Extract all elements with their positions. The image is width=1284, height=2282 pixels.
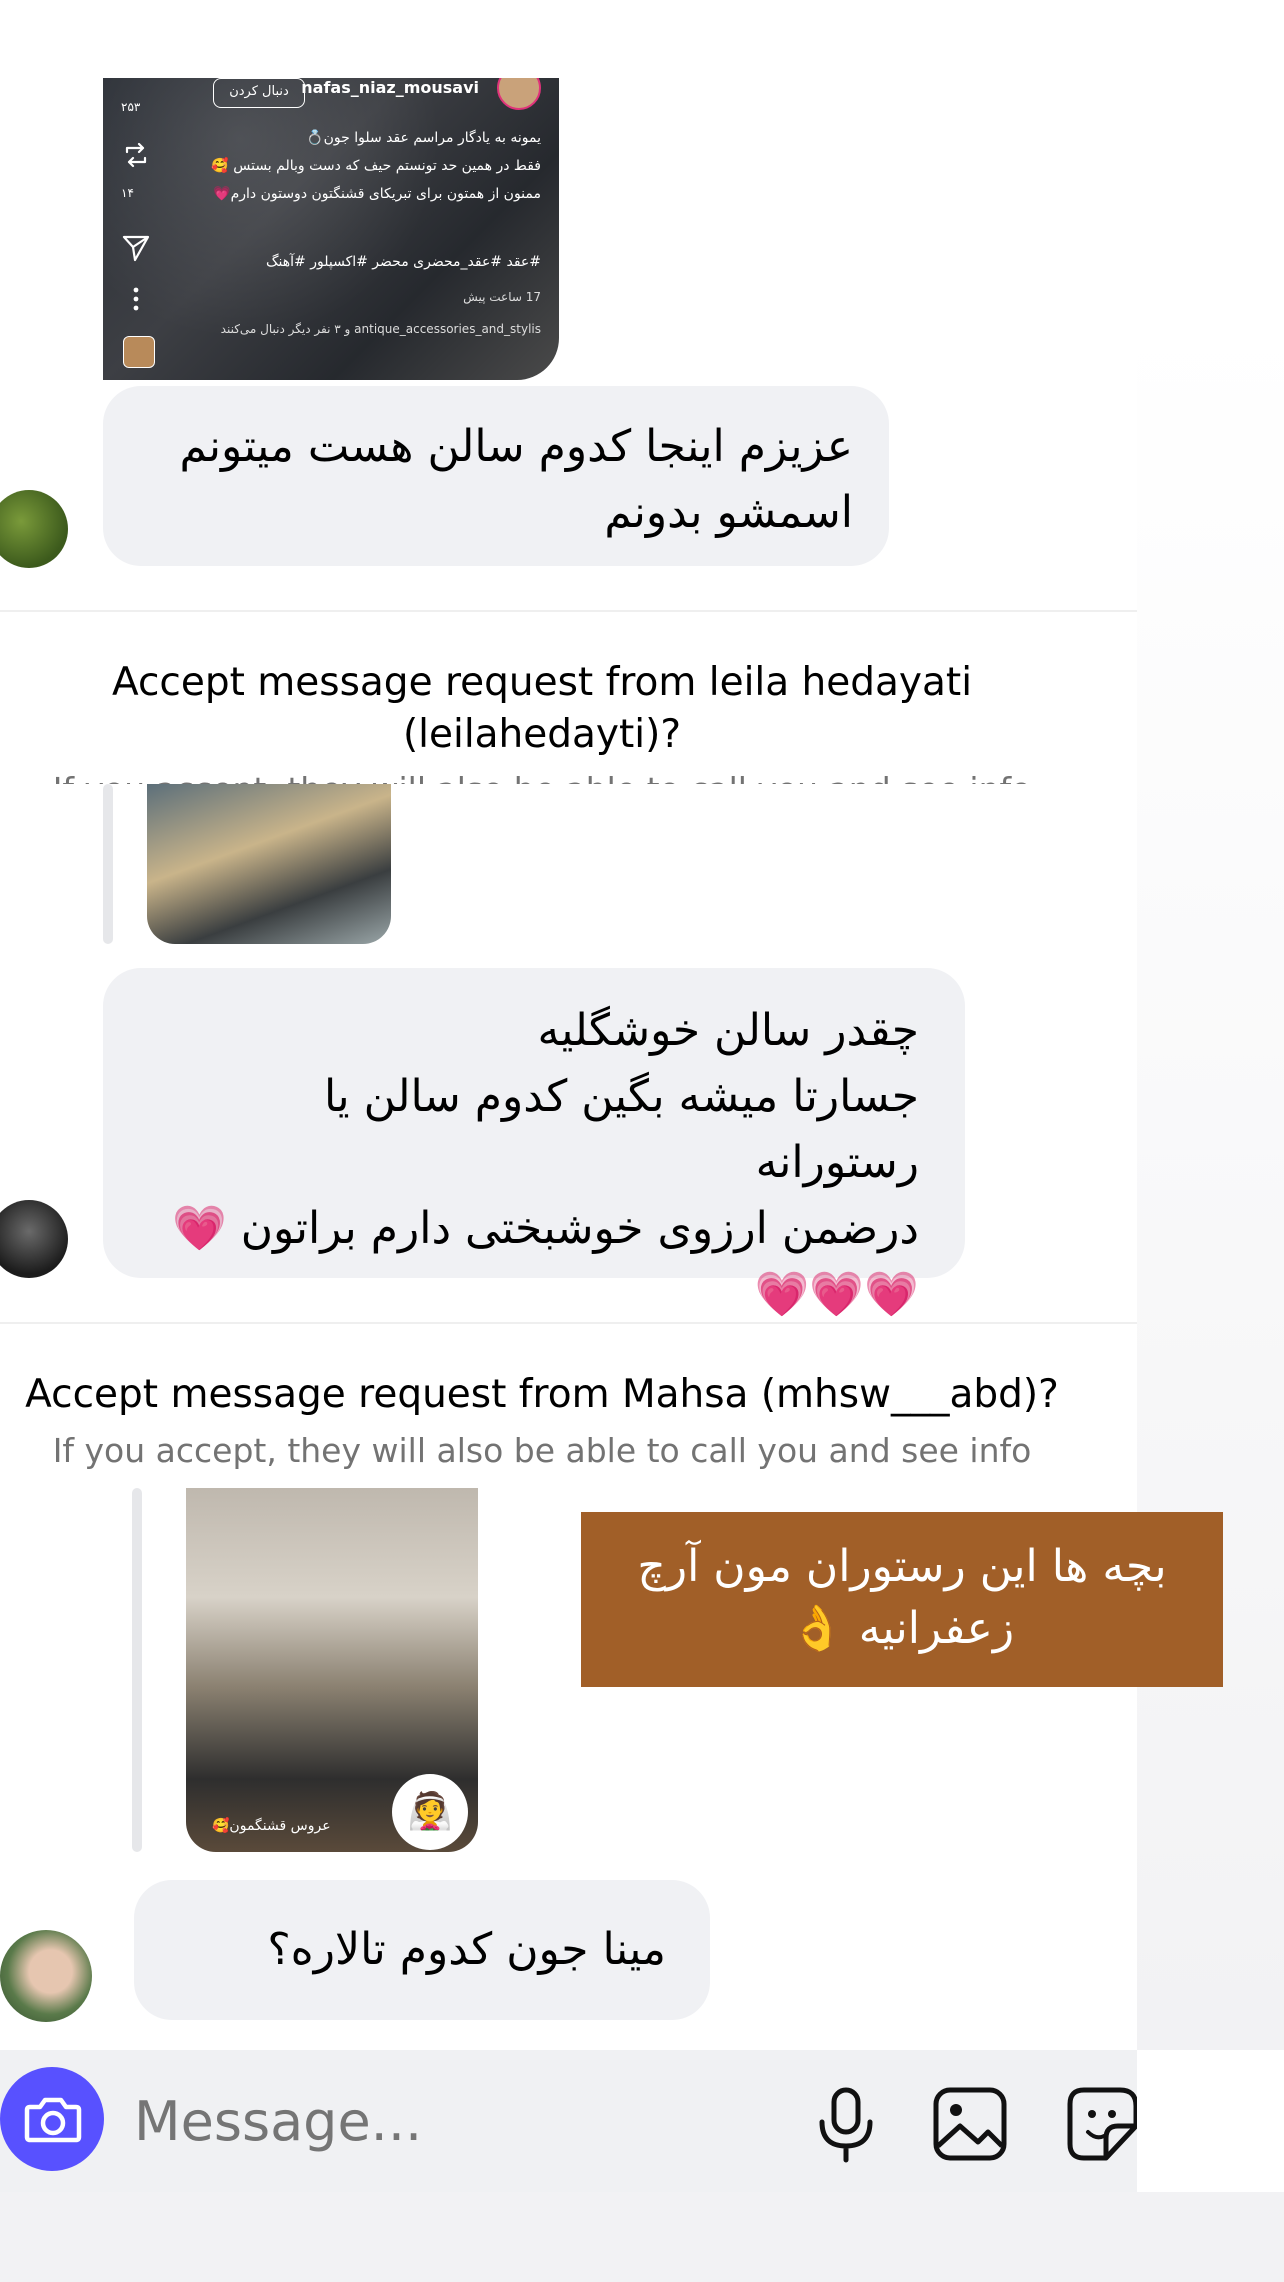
request-title: (leilahedayti)?: [402, 712, 682, 757]
post-caption-line: ممنون از همتون برای تبریکای قشنگتون دوست…: [213, 186, 541, 202]
repost-count: ۱۴: [121, 186, 134, 200]
request-subtitle: If you accept, they will also be able to…: [52, 1431, 1032, 1470]
shared-photo[interactable]: [147, 784, 391, 944]
message-bubble[interactable]: مینا جون کدوم تالاره؟: [134, 1880, 710, 2020]
divider: [0, 610, 1137, 612]
follow-button[interactable]: دنبال کردن: [213, 78, 305, 108]
post-caption-line: فقط در همین حد تونستم حیف که دست وبالم ب…: [211, 158, 541, 174]
message-input[interactable]: [134, 2090, 734, 2153]
message-text-line: درضمن ارزوی خوشبختی دارم براتون 💗: [171, 1203, 919, 1254]
camera-icon: [24, 2097, 82, 2143]
reply-quote-bar: [132, 1488, 142, 1852]
shared-post-card[interactable]: nafas_niaz_mousavi دنبال کردن یمونه به ی…: [103, 78, 559, 380]
camera-button[interactable]: [0, 2067, 104, 2171]
bride-emoji-icon: 👰: [392, 1774, 468, 1850]
story-thumbnail[interactable]: عروس قشنگمون🥰 👰: [186, 1488, 478, 1852]
microphone-icon[interactable]: [814, 2086, 878, 2166]
message-bubble[interactable]: چقدر سالن خوشگلیه جسارتا میشه بگین کدوم …: [103, 968, 965, 1320]
message-text-line: جسارتا میشه بگین کدوم سالن یا رستورانه: [323, 1071, 919, 1188]
request-title: Accept message request from Mahsa (mhsw_…: [25, 1372, 1059, 1417]
sticker-icon[interactable]: [1066, 2086, 1137, 2162]
post-author-username[interactable]: nafas_niaz_mousavi: [301, 78, 479, 97]
message-text: عزیزم اینجا کدوم سالن هست میتونم اسمشو ب…: [179, 421, 853, 538]
story-reply-text: زعفرانیه 👌: [789, 1603, 1015, 1654]
like-count: ۲۵۳: [121, 100, 141, 114]
message-text: مینا جون کدوم تالاره؟: [267, 1924, 666, 1975]
request-subtitle: If you accept, they will also be able to…: [0, 770, 1084, 784]
background-fade: [1137, 320, 1284, 2050]
gallery-icon[interactable]: [932, 2086, 1008, 2162]
message-text-line: 💗💗💗: [754, 1269, 919, 1320]
post-likes: antique_accessories_and_stylis و ۳ نفر د…: [220, 322, 541, 336]
post-time: 17 ساعت پیش: [463, 290, 541, 304]
message-bubble[interactable]: عزیزم اینجا کدوم سالن هست میتونم اسمشو ب…: [103, 386, 889, 566]
divider: [0, 1322, 1137, 1324]
more-icon[interactable]: [131, 286, 141, 312]
bottom-safe-area: [0, 2192, 1284, 2282]
repost-icon[interactable]: [121, 140, 151, 170]
post-hashtags: #عقد #عقد_محضری محضر #اکسپلور #آهنگ: [266, 254, 541, 270]
sender-avatar[interactable]: [0, 1200, 68, 1278]
message-text-line: چقدر سالن خوشگلیه: [537, 1005, 919, 1056]
story-reply-text: بچه ها این رستوران مون آرچ: [637, 1541, 1167, 1592]
sender-avatar[interactable]: [0, 1930, 92, 2022]
request-title: Accept message request from leila hedaya…: [111, 660, 973, 705]
story-reply-message[interactable]: بچه ها این رستوران مون آرچ زعفرانیه 👌: [581, 1512, 1223, 1687]
post-caption-line: یمونه به یادگار مراسم عقد سلوا جون💍: [306, 130, 541, 146]
sender-avatar[interactable]: [0, 490, 68, 568]
story-caption: عروس قشنگمون🥰: [212, 1818, 331, 1834]
send-icon[interactable]: [121, 232, 151, 262]
reply-quote-bar: [103, 784, 113, 944]
audio-thumbnail[interactable]: [123, 336, 155, 368]
